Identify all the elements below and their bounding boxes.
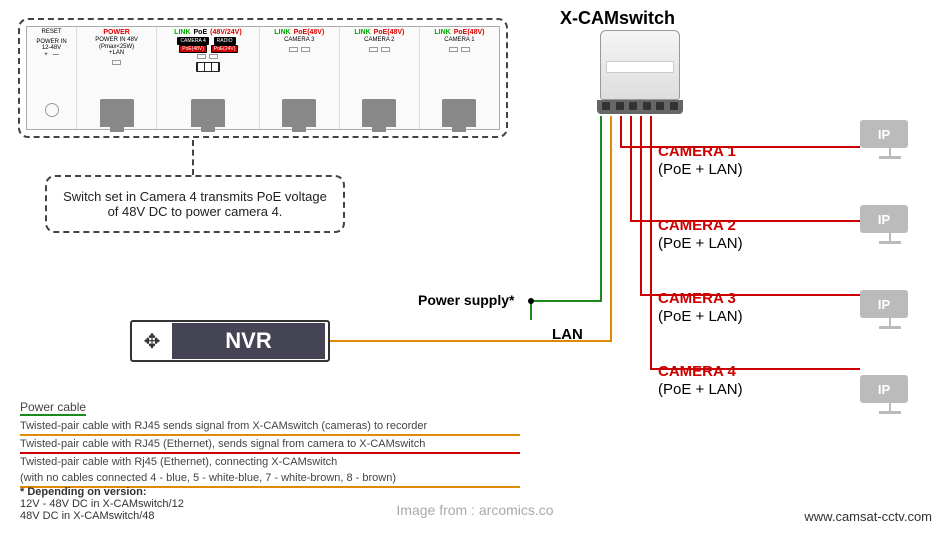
port-cam1: LINK PoE(48V) CAMERA 1 [420,27,499,129]
nvr-dpad-icon: ✥ [132,323,172,359]
port-reset: RESET POWER IN 12-48V + — [27,27,77,129]
rj45-port-icon [362,99,396,127]
camera3-sub: (PoE + LAN) [658,308,743,325]
camera1-label: CAMERA 1 (PoE + LAN) [658,143,743,179]
poe-label: PoE(48V) [294,29,325,36]
footnote-title: * Depending on version: [20,486,147,498]
wire-power [530,300,600,302]
link-label: LINK [434,29,450,36]
chip-cam4-poe: PoE(48V) [179,45,207,53]
camera4-sub: (PoE + LAN) [658,381,743,398]
legend-title: Power cable [20,400,86,416]
wire-cam1 [620,116,622,146]
power-supply-dot [528,298,534,304]
poe-label: PoE(48V) [374,29,405,36]
port-cam3: LINK PoE(48V) CAMERA 3 [260,27,340,129]
camera1-name: CAMERA 1 [658,143,736,160]
ip-badge: IP [860,205,908,233]
powerin-label: POWER IN 12-48V + — [36,39,66,59]
ip-badge: IP [860,375,908,403]
cam1-name: CAMERA 1 [444,37,474,44]
ip-camera-icon: IP [860,120,920,160]
legend-line2: Twisted-pair cable with RJ45 (Ethernet),… [20,436,520,454]
chip-radio: RADIO [214,37,236,45]
switch-panel-inner: RESET POWER IN 12-48V + — POWER POWER IN… [26,26,500,130]
camera3-label: CAMERA 3 (PoE + LAN) [658,290,743,326]
watermark: Image from : arcomics.co [396,502,553,518]
rj45-port-icon [442,99,476,127]
power-supply-label: Power supply* [418,292,514,308]
nvr-device: ✥ NVR [130,320,330,362]
dip-switch-icon [196,62,220,72]
cam3-name: CAMERA 3 [284,37,314,44]
legend-line1: Twisted-pair cable with RJ45 sends signa… [20,418,520,436]
diagram-root: X-CAMswitch RESET POWER IN 12-48V + — PO… [0,0,950,536]
cam2-name: CAMERA 2 [364,37,394,44]
camera2-label: CAMERA 2 (PoE + LAN) [658,217,743,253]
wire-lan [610,116,612,342]
wire-power [600,116,602,302]
wire-cam3 [640,116,642,294]
powerin-sub: POWER IN 48V (Pmax<25W) +LAN [95,37,138,57]
callout-connector [192,140,194,175]
reset-label: RESET [42,29,62,36]
poe-label: PoE(48V) [454,29,485,36]
wire-cam2 [630,116,632,220]
footnote-v1: 12V - 48V DC in X-CAMswitch/12 [20,498,184,510]
reset-button-icon [45,103,59,117]
ip-camera-icon: IP [860,205,920,245]
voltage-label: (48V/24V) [210,29,242,36]
camera1-sub: (PoE + LAN) [658,161,743,178]
camera4-name: CAMERA 4 [658,363,736,380]
link-label: LINK [174,29,190,36]
footnote-v2: 48V DC in X-CAMswitch/48 [20,510,155,522]
port-powerin: POWER POWER IN 48V (Pmax<25W) +LAN [77,27,157,129]
lan-label: LAN [552,326,583,343]
device-title: X-CAMswitch [560,8,675,29]
wire-cam4 [650,116,652,368]
switch-detail-panel: RESET POWER IN 12-48V + — POWER POWER IN… [18,18,508,138]
chip-radio-poe: PoE(24V) [211,45,239,53]
ip-badge: IP [860,290,908,318]
rj45-port-icon [100,99,134,127]
port-cam2: LINK PoE(48V) CAMERA 2 [340,27,420,129]
poe-label: PoE [194,29,208,36]
link-label: LINK [274,29,290,36]
legend-line3a: Twisted-pair cable with Rj45 (Ethernet),… [20,454,520,470]
legend: Power cable Twisted-pair cable with RJ45… [20,400,520,488]
camera2-name: CAMERA 2 [658,217,736,234]
rj45-port-icon [282,99,316,127]
website-url: www.camsat-cctv.com [804,509,932,524]
chip-cam4: CAMERA 4 [177,37,208,45]
rj45-port-icon [191,99,225,127]
ip-camera-icon: IP [860,290,920,330]
callout-box: Switch set in Camera 4 transmits PoE vol… [45,175,345,233]
camera4-label: CAMERA 4 (PoE + LAN) [658,363,743,399]
ip-camera-icon: IP [860,375,920,415]
footnote: * Depending on version: 12V - 48V DC in … [20,486,184,522]
camera2-sub: (PoE + LAN) [658,235,743,252]
ip-badge: IP [860,120,908,148]
link-label: LINK [354,29,370,36]
xcamswitch-device-icon [590,30,690,130]
nvr-label: NVR [172,323,325,359]
port-cam4: LINK PoE (48V/24V) CAMERA 4 PoE(48V) RAD… [157,27,260,129]
camera3-name: CAMERA 3 [658,290,736,307]
power-led-label: POWER [103,29,129,36]
